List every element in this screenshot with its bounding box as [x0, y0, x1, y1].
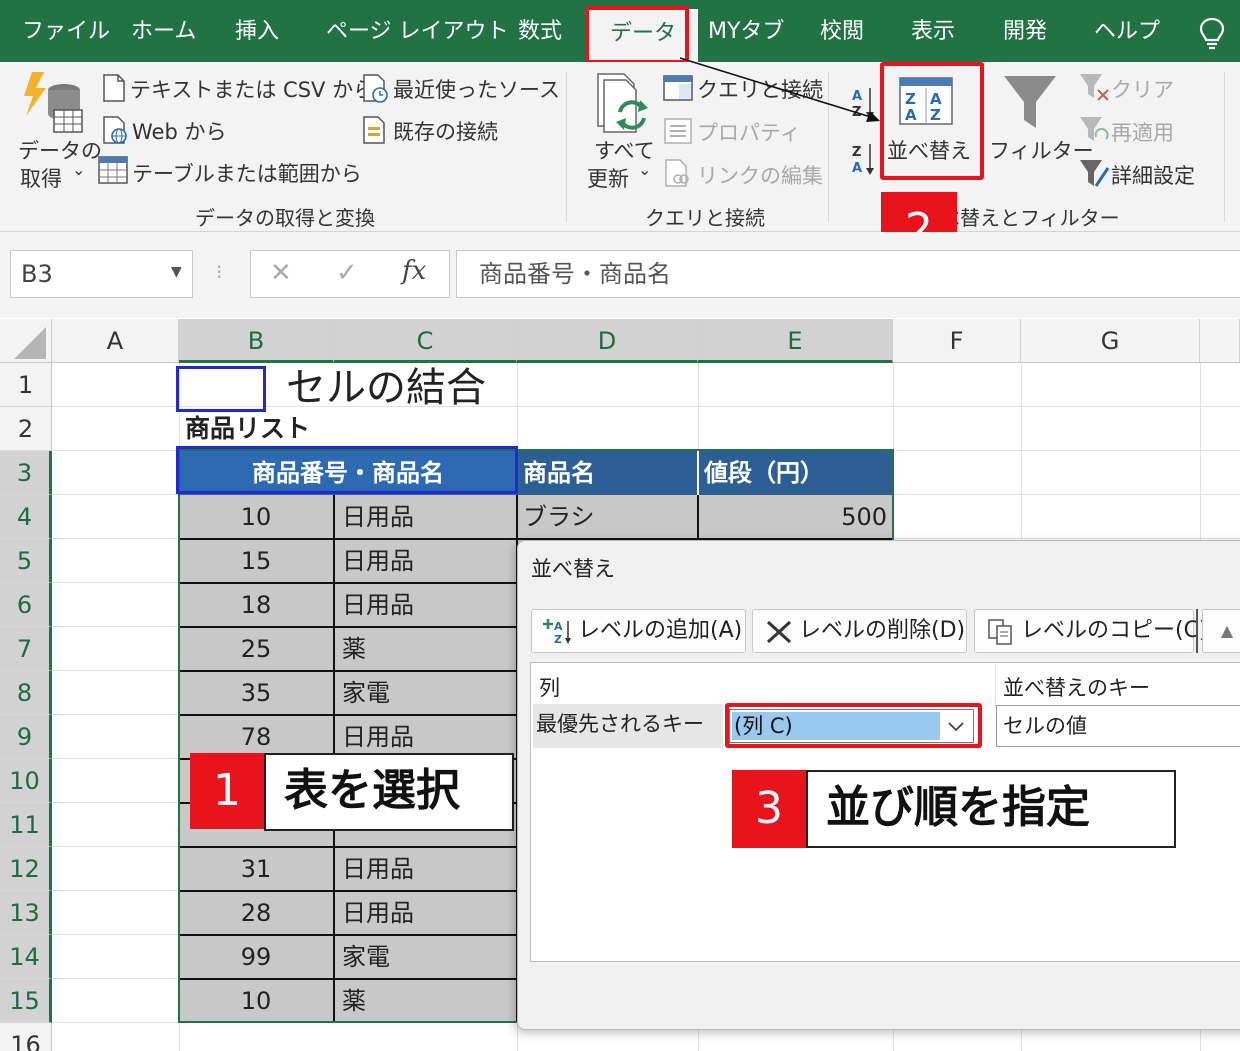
row-header-2[interactable]: 2 — [0, 407, 52, 451]
list-header-divider — [995, 664, 996, 706]
svg-text:A: A — [554, 620, 563, 633]
dialog-title: 並べ替え — [531, 557, 615, 581]
row-header-6[interactable]: 6 — [0, 583, 52, 627]
delete-level-button[interactable]: レベルの削除(D) — [752, 609, 967, 653]
column-header-f[interactable]: F — [893, 319, 1021, 363]
add-level-label: レベルの追加(A) — [578, 618, 743, 643]
delete-level-icon — [766, 620, 792, 644]
first-key-label: 最優先されるキー — [536, 712, 704, 736]
merged-cell-highlight — [176, 446, 518, 494]
row-header-7[interactable]: 7 — [0, 627, 52, 671]
svg-text:Z: Z — [554, 633, 562, 645]
insert-function-icon[interactable]: fx — [402, 256, 426, 286]
column-header-b[interactable]: B — [179, 319, 334, 363]
step-1-label: 表を選択 — [264, 753, 514, 831]
column-header-e[interactable]: E — [698, 319, 893, 363]
sort-key-header-label: 並べ替えのキー — [1003, 676, 1150, 700]
row-header-14[interactable]: 14 — [0, 935, 52, 979]
row-header-3[interactable]: 3 — [0, 451, 52, 495]
row-header-15[interactable]: 15 — [0, 979, 52, 1023]
delete-level-label: レベルの削除(D) — [799, 618, 966, 643]
name-box[interactable]: B3 — [10, 250, 193, 298]
column-header-d[interactable]: D — [517, 319, 698, 363]
add-level-button[interactable]: A Z レベルの追加(A) — [531, 609, 746, 653]
row-header-12[interactable]: 12 — [0, 847, 52, 891]
formula-bar-grip-icon: ⁝ — [216, 260, 223, 284]
column-header-g[interactable]: G — [1021, 319, 1200, 363]
highlight-column-select — [725, 703, 982, 748]
copy-level-label: レベルのコピー(C) — [1021, 618, 1208, 643]
sort-key-select[interactable]: セルの値 — [996, 705, 1240, 747]
row-header-4[interactable]: 4 — [0, 495, 52, 539]
row-header-9[interactable]: 9 — [0, 715, 52, 759]
row-header-11[interactable]: 11 — [0, 803, 52, 847]
row-header-5[interactable]: 5 — [0, 539, 52, 583]
copy-level-icon — [988, 619, 1012, 645]
row-header-16[interactable]: 16 — [0, 1023, 52, 1051]
name-box-dropdown-icon[interactable]: ▼ — [171, 264, 182, 280]
cancel-icon[interactable]: ✕ — [270, 258, 292, 288]
row-header-13[interactable]: 13 — [0, 891, 52, 935]
column-header-h[interactable] — [1200, 319, 1240, 363]
column-header-a[interactable]: A — [52, 319, 179, 363]
enter-icon[interactable]: ✓ — [336, 258, 358, 288]
merge-note: セルの結合 — [286, 365, 486, 411]
list-title-cell[interactable]: 商品リスト — [185, 407, 310, 451]
row-header-10[interactable]: 10 — [0, 759, 52, 803]
formula-input[interactable]: 商品番号・商品名 — [456, 250, 1240, 298]
step-1-badge: 1 — [190, 753, 264, 829]
excel-window: ファイル ホーム 挿入 ページ レイアウト 数式 データ MYタブ 校閲 表示 … — [0, 0, 1240, 1051]
step-3-badge: 3 — [732, 770, 806, 848]
step-3-label: 並び順を指定 — [806, 770, 1176, 848]
add-level-icon: A Z — [543, 619, 571, 645]
column-header-c[interactable]: C — [334, 319, 517, 363]
toolbar-divider — [1196, 609, 1198, 653]
pointer-arrow — [679, 57, 880, 122]
row-header-8[interactable]: 8 — [0, 671, 52, 715]
merge-example-box — [176, 366, 266, 412]
move-up-button[interactable]: ▲ — [1202, 609, 1240, 653]
row-header-1[interactable]: 1 — [0, 363, 52, 407]
column-header-label: 列 — [539, 676, 560, 700]
copy-level-button[interactable]: レベルのコピー(C) — [974, 609, 1208, 653]
select-all-corner[interactable] — [0, 319, 52, 363]
